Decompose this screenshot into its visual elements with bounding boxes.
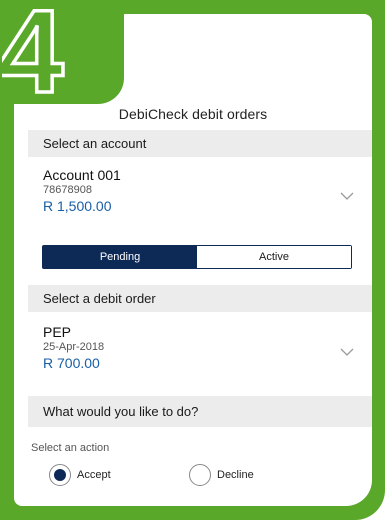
debit-order-name: PEP [43, 324, 72, 340]
debit-order-amount: R 700.00 [43, 355, 100, 371]
page-title: DebiCheck debit orders [118, 106, 268, 122]
step-badge: 4 [0, 0, 124, 104]
debit-order-selector[interactable]: PEP 25-Apr-2018 R 700.00 [28, 324, 372, 371]
account-selector[interactable]: Account 001 78678908 R 1,500.00 [28, 167, 372, 214]
radio-selected-icon[interactable] [49, 464, 71, 486]
account-name: Account 001 [43, 167, 121, 183]
account-balance: R 1,500.00 [43, 198, 112, 214]
decline-label: Decline [217, 469, 254, 481]
account-number: 78678908 [43, 184, 92, 196]
accept-radio-option[interactable]: Accept [49, 464, 111, 486]
radio-unselected-icon[interactable] [189, 464, 211, 486]
tab-pending[interactable]: Pending [43, 246, 197, 268]
chevron-down-icon[interactable] [340, 348, 354, 357]
step-number-icon: 4 [2, 0, 65, 100]
step-number: 4 [2, 0, 64, 100]
debit-order-date: 25-Apr-2018 [43, 341, 105, 353]
decline-radio-option[interactable]: Decline [189, 464, 254, 486]
account-section-header: Select an account [28, 130, 372, 157]
status-toggle[interactable]: Pending Active [42, 245, 352, 269]
debit-section-header: Select a debit order [28, 285, 372, 312]
action-label: Select an action [31, 442, 110, 454]
tab-active[interactable]: Active [197, 246, 351, 268]
accept-label: Accept [77, 469, 111, 481]
chevron-down-icon[interactable] [340, 192, 354, 201]
action-section-header: What would you like to do? [28, 396, 372, 427]
